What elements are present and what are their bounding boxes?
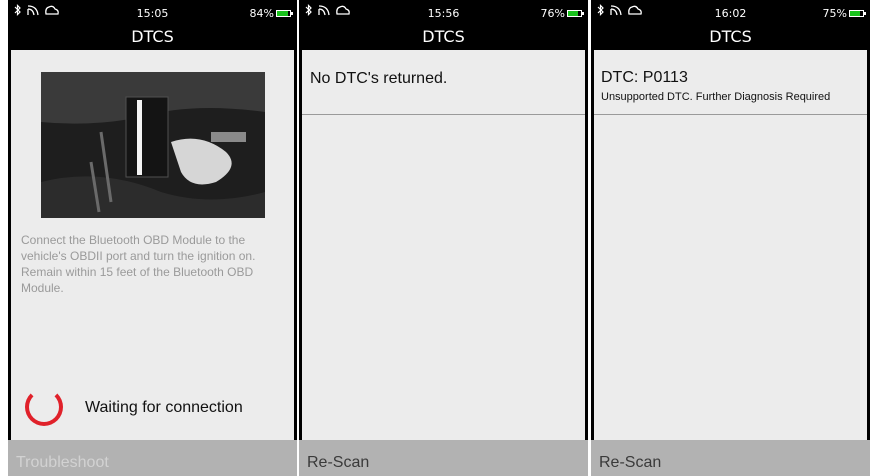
divider	[594, 114, 867, 115]
status-bar: 15:56 76%	[299, 0, 588, 24]
page-title: DTCS	[709, 27, 752, 46]
phone-screen-connecting: 15:05 84% DTCS Connect the Bluetooth OBD…	[8, 0, 297, 476]
phone-screen-no-dtc: 15:56 76% DTCS No DTC's returned. Re-Sca…	[299, 0, 588, 476]
status-bar: 16:02 75%	[591, 0, 870, 24]
page-title: DTCS	[422, 27, 465, 46]
battery-percent: 84%	[249, 7, 274, 20]
dtc-code: DTC: P0113	[601, 69, 688, 86]
rescan-button[interactable]: Re-Scan	[599, 454, 661, 472]
bottom-bar: Re-Scan	[299, 440, 588, 476]
waiting-status: Waiting for connection	[85, 399, 243, 416]
divider	[302, 114, 585, 115]
status-bar: 15:05 84%	[8, 0, 297, 24]
battery-percent: 76%	[540, 7, 565, 20]
battery-icon	[849, 10, 866, 17]
content-area: DTC: P0113 Unsupported DTC. Further Diag…	[594, 50, 867, 440]
no-dtc-message: No DTC's returned.	[310, 70, 448, 87]
troubleshoot-button[interactable]: Troubleshoot	[16, 454, 109, 472]
page-title: DTCS	[131, 27, 174, 46]
rescan-button[interactable]: Re-Scan	[307, 454, 369, 472]
bottom-bar: Re-Scan	[591, 440, 870, 476]
battery-percent: 75%	[822, 7, 847, 20]
loading-spinner-icon	[25, 388, 63, 426]
obd-module-photo	[41, 72, 265, 218]
instructions-text: Connect the Bluetooth OBD Module to the …	[21, 233, 256, 295]
content-area: No DTC's returned.	[302, 50, 585, 440]
dtc-description: Unsupported DTC. Further Diagnosis Requi…	[601, 91, 831, 103]
content-area: Connect the Bluetooth OBD Module to the …	[11, 50, 294, 440]
bottom-bar: Troubleshoot	[8, 440, 297, 476]
phone-screen-dtc-result: 16:02 75% DTCS DTC: P0113 Unsupported DT…	[591, 0, 870, 476]
battery-icon	[276, 10, 293, 17]
battery-icon	[567, 10, 584, 17]
